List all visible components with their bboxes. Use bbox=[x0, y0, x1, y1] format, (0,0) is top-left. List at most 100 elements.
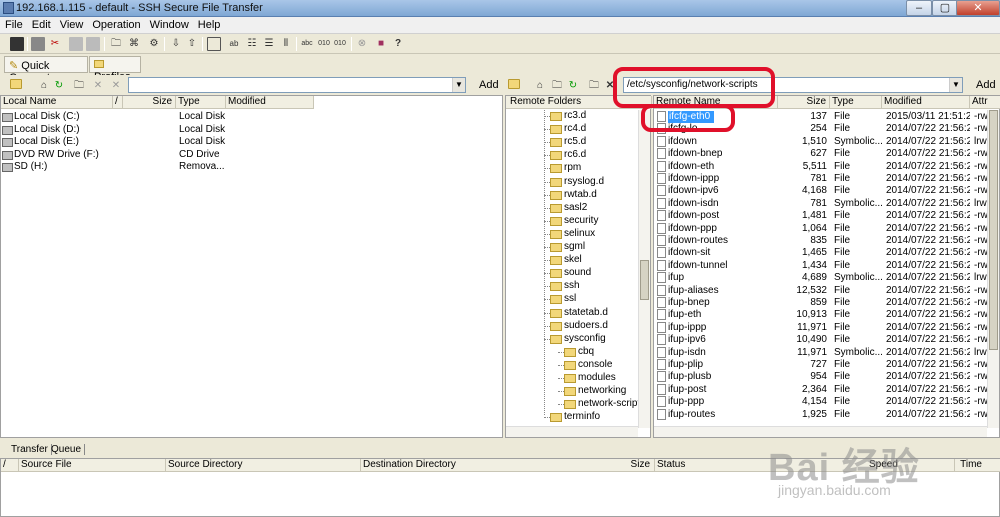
properties-icon[interactable]: ✕ bbox=[109, 79, 123, 93]
tree-item[interactable]: statetab.d bbox=[506, 307, 638, 320]
file-scroll-thumb[interactable] bbox=[989, 110, 998, 350]
tree-item[interactable]: modules bbox=[506, 372, 638, 385]
menu-file[interactable]: File bbox=[0, 17, 27, 31]
folder-icon[interactable]: 🗀 bbox=[550, 79, 564, 93]
file-row[interactable]: ifup-isdn 11,971 Symbolic... 2014/07/22 21:… bbox=[654, 346, 987, 360]
column-source-file[interactable]: Source File bbox=[19, 459, 166, 472]
column-source-directory[interactable]: Source Directory bbox=[166, 459, 361, 472]
file-row[interactable]: ifdown-eth 5,511 File 2014/07/22 21:56:28 -r… bbox=[654, 160, 988, 174]
column-modified[interactable]: Modified bbox=[226, 96, 314, 109]
home-icon[interactable]: ⌂ bbox=[533, 79, 547, 93]
tree-item[interactable]: selinux bbox=[506, 228, 638, 241]
tree-item[interactable]: network-scripts bbox=[506, 398, 645, 411]
file-row[interactable]: ifup-post 2,364 File 2014/07/22 21:56:28 -rw bbox=[654, 383, 988, 397]
terminal-icon[interactable] bbox=[207, 37, 221, 51]
file-row[interactable]: ifdown-sit 1,465 File 2014/07/22 21:56:28 -r… bbox=[654, 247, 988, 260]
transfer-icon[interactable]: ⚙ bbox=[147, 37, 161, 51]
chevron-down-icon[interactable]: ▼ bbox=[949, 78, 962, 92]
tree-item[interactable]: sgml bbox=[506, 241, 638, 254]
disconnect-icon[interactable]: ✂ bbox=[48, 37, 62, 51]
file-row[interactable]: ifup-ippp 11,971 File 2014/07/22 21:56:28 -r… bbox=[654, 321, 988, 335]
column-modified[interactable]: Modified bbox=[882, 96, 970, 109]
column-size[interactable]: Size bbox=[123, 96, 176, 109]
column-sort[interactable]: / bbox=[113, 96, 123, 109]
binary-mode-icon[interactable]: 010 bbox=[317, 37, 331, 51]
list-item[interactable]: Local Disk (E:) Local Disk bbox=[1, 136, 501, 149]
file-row[interactable]: ifup-eth 10,913 File 2014/07/22 21:56:28 -rw bbox=[654, 309, 988, 322]
maximize-button[interactable]: ▢ bbox=[932, 0, 958, 16]
tree-item[interactable]: networking bbox=[506, 385, 638, 398]
file-row[interactable]: ifdown 1,510 Symbolic... 2014/07/22 21:56:2… bbox=[654, 135, 987, 149]
new-folder-icon[interactable]: 🗀 bbox=[587, 79, 601, 93]
ascii-mode-icon[interactable]: abc bbox=[300, 37, 314, 51]
refresh-icon[interactable]: ↻ bbox=[52, 79, 66, 93]
connect-icon[interactable]: ⌘ bbox=[127, 37, 141, 51]
tree-item[interactable]: sudoers.d bbox=[506, 320, 638, 333]
details-view-icon[interactable]: ☰ bbox=[262, 37, 276, 51]
column-size[interactable]: Size bbox=[778, 96, 830, 109]
file-row[interactable]: ifup-aliases 12,532 File 2014/07/22 21:56:2… bbox=[654, 284, 988, 298]
file-row[interactable]: ifdown-ippp 781 File 2014/07/22 21:56:28 -rw bbox=[654, 173, 988, 186]
column-type[interactable]: Type bbox=[176, 96, 226, 109]
remote-folder-tree[interactable]: Remote Folders rc3.d rc4.d rc5.d rc6.d rpm rs… bbox=[505, 95, 652, 438]
tree-scrollbar[interactable] bbox=[638, 110, 650, 428]
tree-item[interactable]: rsyslog.d bbox=[506, 176, 638, 189]
file-row[interactable]: ifup 4,689 Symbolic... 2014/07/22 21:56:28 l… bbox=[654, 272, 987, 285]
tree-item[interactable]: rpm bbox=[506, 162, 638, 175]
column-destination-directory[interactable]: Destination Directory Size bbox=[361, 459, 655, 472]
columns-icon[interactable]: ⦀ bbox=[279, 37, 293, 51]
column-time[interactable]: Time bbox=[955, 459, 1000, 472]
list-view-icon[interactable]: ☷ bbox=[245, 37, 259, 51]
tree-scroll-thumb[interactable] bbox=[640, 260, 649, 300]
local-add-button[interactable]: Add bbox=[479, 79, 499, 91]
menu-edit[interactable]: Edit bbox=[27, 17, 55, 31]
up-folder-icon[interactable] bbox=[508, 79, 520, 89]
new-folder-icon[interactable]: 🗀 bbox=[109, 37, 123, 51]
local-file-list[interactable]: Local Name / Size Type Modified Local Di… bbox=[0, 95, 503, 438]
tree-item[interactable]: console bbox=[506, 359, 638, 372]
help-book-icon[interactable]: ■ bbox=[374, 37, 388, 51]
file-row[interactable]: ifdown-bnep 627 File 2014/07/22 21:56:28 -rw bbox=[654, 148, 988, 161]
tree-hscrollbar[interactable] bbox=[506, 426, 638, 437]
tab-queue[interactable]: Queue bbox=[48, 444, 86, 455]
menu-window[interactable]: Window bbox=[145, 17, 193, 31]
menu-help[interactable]: Help bbox=[193, 17, 225, 31]
list-item[interactable]: SD (H:) Remova... bbox=[1, 161, 501, 174]
column-sort[interactable]: / bbox=[1, 459, 19, 472]
file-row[interactable]: ifdown-tunnel 1,434 File 2014/07/22 21:56:2… bbox=[654, 259, 988, 273]
close-button[interactable]: ✕ bbox=[956, 0, 1000, 16]
tab-transfer[interactable]: Transfer bbox=[8, 444, 52, 455]
tree-item[interactable]: cbq bbox=[506, 346, 638, 359]
remote-add-button[interactable]: Add bbox=[976, 79, 996, 91]
quick-connect-button[interactable]: ✎ Quick Connect bbox=[4, 56, 88, 84]
list-item[interactable]: DVD RW Drive (F:) CD Drive bbox=[1, 149, 501, 162]
column-attr[interactable]: Attr bbox=[970, 96, 1000, 109]
profiles-button[interactable]: Profiles bbox=[89, 56, 141, 83]
tree-item[interactable]: ssl bbox=[506, 293, 638, 306]
home-icon[interactable]: ⌂ bbox=[37, 79, 51, 93]
save-icon[interactable] bbox=[10, 37, 24, 51]
file-row[interactable]: ifdown-isdn 781 Symbolic... 2014/07/22 21:5… bbox=[654, 197, 987, 211]
paste-icon[interactable] bbox=[86, 37, 100, 51]
delete-icon[interactable]: ✕ bbox=[91, 79, 105, 93]
tree-item[interactable]: ssh bbox=[506, 280, 638, 293]
list-item[interactable]: Local Disk (C:) Local Disk bbox=[1, 111, 501, 124]
minimize-button[interactable]: – bbox=[906, 0, 932, 16]
sort-icon[interactable]: ab bbox=[227, 37, 241, 51]
file-row[interactable]: ifup-ipv6 10,490 File 2014/07/22 21:56:28 -r… bbox=[654, 334, 988, 347]
file-row[interactable]: ifup-plusb 954 File 2014/07/22 21:56:28 -rw bbox=[654, 371, 988, 384]
tree-item[interactable]: skel bbox=[506, 254, 638, 267]
tree-item[interactable]: rc6.d bbox=[506, 149, 638, 162]
file-row[interactable]: ifdown-post 1,481 File 2014/07/22 21:56:28-… bbox=[654, 210, 988, 223]
list-item[interactable]: Local Disk (D:) Local Disk bbox=[1, 124, 501, 137]
chevron-down-icon[interactable]: ▼ bbox=[452, 78, 465, 92]
tree-item[interactable]: sysconfig bbox=[506, 333, 638, 346]
tree-item[interactable]: terminfo bbox=[506, 411, 638, 424]
tree-item[interactable]: security bbox=[506, 215, 638, 228]
file-row[interactable]: ifdown-ppp 1,064 File 2014/07/22 21:56:28 -r… bbox=[654, 222, 988, 236]
refresh-icon[interactable]: ↻ bbox=[566, 79, 580, 93]
column-local-name[interactable]: Local Name bbox=[1, 96, 113, 109]
print-icon[interactable] bbox=[31, 37, 45, 51]
upload-icon[interactable]: ⇧ bbox=[185, 37, 199, 51]
local-path-input[interactable]: ▼ bbox=[128, 77, 466, 93]
